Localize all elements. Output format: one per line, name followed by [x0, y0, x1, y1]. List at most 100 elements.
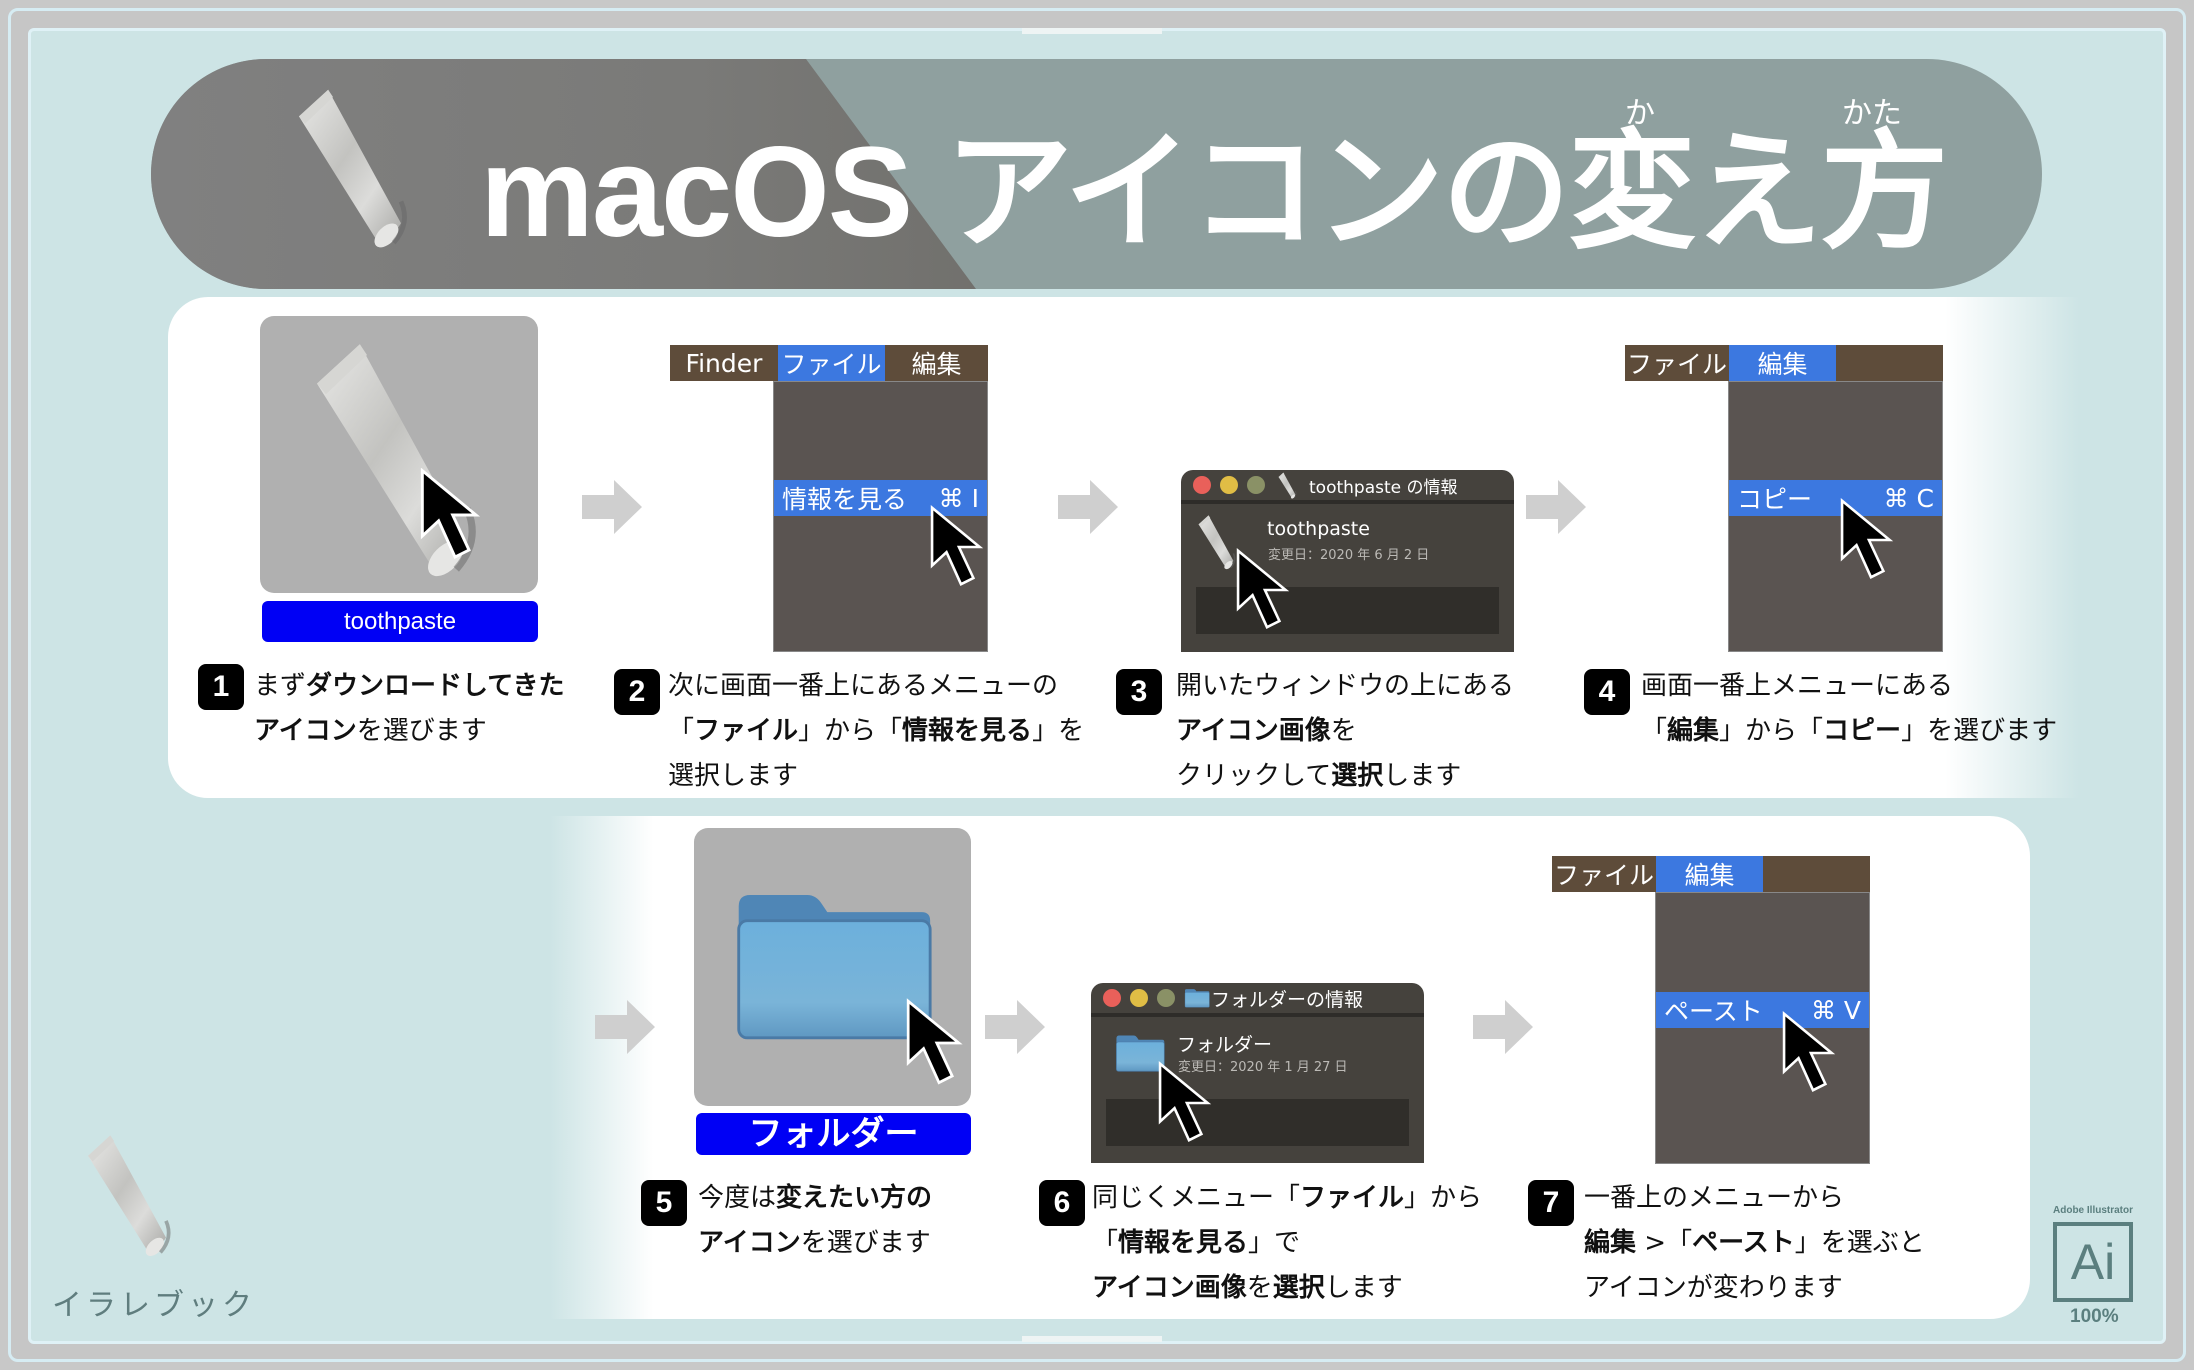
- zoom-window-button[interactable]: [1247, 476, 1265, 494]
- instruction-text: を: [1330, 716, 1357, 746]
- arrow-right-icon: [985, 1000, 1045, 1054]
- title-ruby-kata: かた: [1842, 96, 1902, 131]
- step1-filename-label[interactable]: toothpaste: [262, 601, 538, 642]
- arrow-right-icon: [582, 480, 642, 534]
- toothpaste-icon[interactable]: [1191, 512, 1241, 570]
- emphasis-text: アイコン画像: [1176, 716, 1331, 746]
- info-item-name: フォルダー: [1177, 1034, 1273, 1056]
- zoom-window-button[interactable]: [1157, 989, 1175, 1007]
- brand-watermark: イラレブック: [52, 1288, 256, 1323]
- step-number-badge: 4: [1584, 669, 1630, 715]
- emphasis-text: ファイル: [1300, 1183, 1405, 1213]
- step4-instructions: 画面一番上メニューにある 「編集」から「コピー」を選びます: [1641, 664, 2057, 754]
- instruction-text: 」で: [1248, 1228, 1301, 1258]
- cursor-icon: [1840, 498, 1902, 582]
- emphasis-text: 情報を見る: [1118, 1228, 1249, 1258]
- window-titlebar: toothpaste の情報: [1181, 470, 1514, 504]
- instruction-text: >「: [1636, 1228, 1693, 1258]
- toothpaste-info-window: toothpaste の情報 toothpaste 変更日：2020 年 6 月…: [1181, 470, 1514, 652]
- instruction-text: 」から「: [798, 716, 903, 746]
- instruction-text: クリックして: [1176, 761, 1332, 791]
- instruction-text: を選びます: [800, 1228, 931, 1258]
- step7-instructions: 一番上のメニューから 編集 >「ペースト」を選ぶと アイコンが変わります: [1584, 1176, 1925, 1311]
- menubar-item-blank: [1763, 856, 1870, 892]
- step7-menubar-wrap: ファイル 編集: [1552, 856, 1870, 892]
- artboard-top-notch: [1022, 28, 1162, 34]
- cursor-icon: [1158, 1060, 1220, 1146]
- instruction-text: 」から「: [1719, 716, 1824, 746]
- instruction-text: を選びます: [356, 716, 487, 746]
- instruction-text: 「: [1092, 1228, 1119, 1258]
- instruction-text: 「: [668, 716, 695, 746]
- emphasis-text: 選択: [1331, 761, 1384, 791]
- close-window-button[interactable]: [1193, 476, 1211, 494]
- menubar: Finder ファイル 編集: [670, 345, 988, 381]
- window-title: toothpaste の情報: [1309, 477, 1458, 498]
- minimize-window-button[interactable]: [1130, 989, 1148, 1007]
- step3-instructions: 開いたウィンドウの上にある アイコン画像をクリックして選択します: [1176, 664, 1514, 799]
- instruction-text: 」から: [1404, 1183, 1483, 1213]
- instruction-text: 今度は: [698, 1183, 777, 1213]
- instruction-text: します: [1383, 761, 1462, 791]
- step2-instructions: 次に画面一番上にあるメニューの 「ファイル」から「情報を見る」を 選択します: [668, 664, 1084, 799]
- emphasis-text: 情報を見る: [902, 716, 1033, 746]
- step1-instructions: まずダウンロードしてきた アイコンを選びます: [254, 664, 564, 754]
- menubar-item-file[interactable]: ファイル: [1552, 856, 1656, 892]
- app-badge-caption: Adobe Illustrator: [2053, 1205, 2134, 1216]
- instruction-text: 画面一番上メニューにある: [1641, 671, 1954, 701]
- minimize-window-button[interactable]: [1220, 476, 1238, 494]
- arrow-right-icon: [1473, 1000, 1533, 1054]
- menubar-item-finder[interactable]: Finder: [670, 345, 778, 381]
- close-window-button[interactable]: [1103, 989, 1121, 1007]
- cursor-icon: [420, 468, 490, 562]
- artboard-bottom-notch: [1022, 1336, 1162, 1342]
- menu-item-label: コピー: [1737, 485, 1813, 514]
- info-preview-well: [1106, 1099, 1409, 1146]
- step-number-badge: 7: [1528, 1180, 1574, 1226]
- emphasis-text: ダウンロードしてきた: [306, 671, 565, 701]
- instruction-text: 」を選びます: [1901, 716, 2058, 746]
- cursor-icon: [906, 998, 972, 1088]
- menu-item-copy[interactable]: コピー ⌘ C: [1729, 480, 1942, 516]
- info-item-name: toothpaste: [1267, 518, 1370, 540]
- step6-instructions: 同じくメニュー「ファイル」から 「情報を見る」で アイコン画像を選択します: [1092, 1176, 1482, 1311]
- instruction-text: まず: [254, 671, 307, 701]
- cursor-icon: [1782, 1010, 1844, 1096]
- toothpaste-logo-icon: [62, 1128, 192, 1258]
- title-ruby-ka: か: [1625, 96, 1655, 131]
- folder-icon: [1184, 988, 1210, 1008]
- zoom-level: 100%: [2070, 1306, 2119, 1327]
- page-title: macOS アイコンの変え方: [480, 121, 1948, 264]
- emphasis-text: ファイル: [694, 716, 799, 746]
- instruction-text: 一番上のメニューから: [1584, 1183, 1845, 1213]
- step5-foldername-label[interactable]: フォルダー: [696, 1113, 971, 1155]
- emphasis-text: 編集: [1667, 716, 1720, 746]
- step2-menubar-wrap: Finder ファイル 編集: [670, 345, 988, 381]
- instruction-text: 開いたウィンドウの上にある: [1176, 671, 1515, 701]
- menubar-item-edit[interactable]: 編集: [1656, 856, 1763, 892]
- illustrator-logo-icon: Ai: [2053, 1222, 2133, 1302]
- emphasis-text: 選択: [1272, 1273, 1325, 1303]
- instruction-text: します: [1324, 1273, 1403, 1303]
- menubar: ファイル 編集: [1552, 856, 1870, 892]
- menubar-item-edit[interactable]: 編集: [885, 345, 988, 381]
- step-number-badge: 5: [641, 1180, 687, 1226]
- window-titlebar: フォルダーの情報: [1091, 983, 1424, 1017]
- arrow-right-icon: [595, 1000, 655, 1054]
- emphasis-text: 編集: [1584, 1228, 1637, 1258]
- menubar-item-file[interactable]: ファイル: [778, 345, 885, 381]
- step-number-badge: 2: [614, 669, 660, 715]
- menubar: ファイル 編集: [1625, 345, 1943, 381]
- menubar-item-edit[interactable]: 編集: [1729, 345, 1836, 381]
- folder-info-window: フォルダーの情報 フォルダー 変更日：2020 年 1 月 27 日: [1091, 983, 1424, 1163]
- menu-item-label: 情報を見る: [782, 485, 908, 514]
- cursor-icon: [1236, 548, 1298, 632]
- step-number-badge: 1: [198, 664, 244, 710]
- menubar-item-file[interactable]: ファイル: [1625, 345, 1729, 381]
- edit-menu-dropdown: コピー ⌘ C: [1728, 381, 1943, 652]
- folder-icon: [733, 886, 933, 1044]
- instruction-text: 同じくメニュー「: [1092, 1183, 1301, 1213]
- emphasis-text: コピー: [1823, 716, 1902, 746]
- instruction-text: アイコンが変わります: [1584, 1273, 1843, 1303]
- instruction-text: 「: [1641, 716, 1668, 746]
